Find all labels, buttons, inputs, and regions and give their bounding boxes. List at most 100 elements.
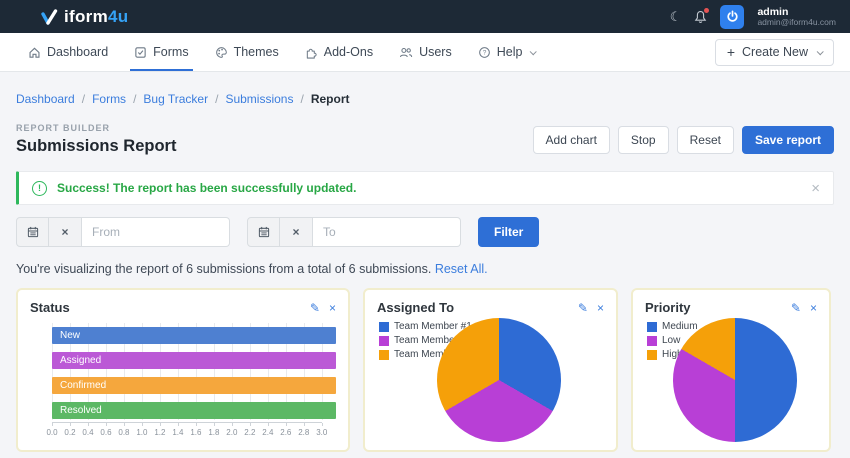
edit-pencil-icon[interactable]: ✎: [578, 302, 588, 314]
brand-name: iform4u: [64, 7, 128, 27]
x-tick-label: 0.6: [100, 428, 111, 437]
legend-label: Low: [662, 335, 680, 346]
user-name: admin: [757, 6, 836, 18]
edit-pencil-icon[interactable]: ✎: [310, 302, 320, 314]
plus-icon: +: [727, 45, 735, 59]
priority-chart-card[interactable]: Priority ✎ × MediumLowHigh: [631, 288, 831, 452]
chart-bars: NewAssignedConfirmedResolved: [52, 323, 336, 419]
puzzle-icon: [305, 46, 318, 59]
chart-cards-row: Status ✎ × NewAssignedConfirmedResolved …: [16, 288, 834, 452]
card-tools: ✎ ×: [791, 302, 817, 314]
to-calendar-button[interactable]: [247, 217, 280, 247]
user-meta[interactable]: admin admin@iform4u.com: [757, 6, 836, 28]
breadcrumb-link-dashboard[interactable]: Dashboard: [16, 92, 75, 106]
x-tick-label: 2.6: [280, 428, 291, 437]
x-tick-label: 2.2: [244, 428, 255, 437]
create-new-label: Create New: [742, 45, 808, 59]
to-date-input[interactable]: [313, 217, 461, 247]
kicker-label: REPORT BUILDER: [16, 123, 176, 133]
tick-mark: [70, 423, 71, 426]
from-clear-button[interactable]: ×: [49, 217, 82, 247]
assigned-to-chart-card[interactable]: Assigned To ✎ × Team Member #1Team Membe…: [363, 288, 618, 452]
from-date-group: ×: [16, 217, 230, 247]
reset-all-link[interactable]: Reset All.: [435, 262, 488, 276]
nav-item-themes[interactable]: Themes: [215, 33, 279, 71]
header-actions: Add chart Stop Reset Save report: [533, 126, 834, 154]
tick-mark: [232, 423, 233, 426]
content-area: Dashboard/ Forms/ Bug Tracker/ Submissio…: [0, 92, 850, 452]
edit-pencil-icon[interactable]: ✎: [791, 302, 801, 314]
chevron-down-icon: [530, 48, 537, 55]
topbar-right: ☾ admin admin@iform4u.com: [670, 5, 836, 29]
nav-items: Dashboard Forms Themes Add-Ons Users ? H…: [28, 33, 535, 71]
from-calendar-button[interactable]: [16, 217, 49, 247]
bar-assigned: Assigned: [52, 352, 336, 369]
breadcrumb-link-submissions[interactable]: Submissions: [225, 92, 293, 106]
x-tick-label: 1.8: [208, 428, 219, 437]
tick-mark: [52, 423, 53, 426]
priority-pie-chart: MediumLowHigh: [645, 317, 817, 445]
breadcrumb-link-bug-tracker[interactable]: Bug Tracker: [143, 92, 208, 106]
notification-badge: [704, 8, 709, 13]
x-tick-label: 0.8: [118, 428, 129, 437]
nav-item-help[interactable]: ? Help: [478, 33, 536, 71]
legend-swatch: [647, 350, 657, 360]
card-tools: ✎ ×: [578, 302, 604, 314]
status-chart-card[interactable]: Status ✎ × NewAssignedConfirmedResolved …: [16, 288, 350, 452]
clear-icon: ×: [292, 225, 299, 239]
x-tick-label: 0.2: [64, 428, 75, 437]
nav-item-addons[interactable]: Add-Ons: [305, 33, 373, 71]
card-header: Status ✎ ×: [30, 300, 336, 315]
avatar[interactable]: [720, 5, 744, 29]
dark-mode-moon-icon[interactable]: ☾: [670, 10, 682, 23]
bar-new: New: [52, 327, 336, 344]
legend-swatch: [379, 336, 389, 346]
svg-text:?: ?: [482, 49, 486, 56]
stop-button[interactable]: Stop: [618, 126, 669, 154]
title-block: REPORT BUILDER Submissions Report: [16, 123, 176, 156]
remove-chart-icon[interactable]: ×: [597, 302, 604, 314]
breadcrumb-separator: /: [82, 92, 85, 106]
calendar-icon: [258, 226, 270, 238]
card-title: Status: [30, 300, 70, 315]
add-chart-button[interactable]: Add chart: [533, 126, 610, 154]
tick-mark: [286, 423, 287, 426]
x-tick-label: 2.0: [226, 428, 237, 437]
reset-button[interactable]: Reset: [677, 126, 734, 154]
tick-mark: [304, 423, 305, 426]
card-title: Assigned To: [377, 300, 454, 315]
tick-mark: [124, 423, 125, 426]
tick-mark: [88, 423, 89, 426]
alert-close-icon[interactable]: ×: [811, 181, 820, 196]
clear-icon: ×: [61, 225, 68, 239]
card-header: Assigned To ✎ ×: [377, 300, 604, 315]
nav-item-dashboard[interactable]: Dashboard: [28, 33, 108, 71]
calendar-icon: [27, 226, 39, 238]
main-navbar: Dashboard Forms Themes Add-Ons Users ? H…: [0, 33, 850, 72]
user-email: admin@iform4u.com: [757, 18, 836, 28]
tick-mark: [160, 423, 161, 426]
breadcrumb-link-forms[interactable]: Forms: [92, 92, 126, 106]
x-tick-label: 0.0: [46, 428, 57, 437]
filter-button[interactable]: Filter: [478, 217, 539, 247]
alert-message: Success! The report has been successfull…: [57, 181, 356, 195]
breadcrumb-separator: /: [133, 92, 136, 106]
remove-chart-icon[interactable]: ×: [329, 302, 336, 314]
power-icon: [726, 10, 739, 23]
save-report-button[interactable]: Save report: [742, 126, 834, 154]
nav-item-users[interactable]: Users: [399, 33, 452, 71]
legend-item: Medium: [647, 321, 698, 332]
notifications-bell-icon[interactable]: [694, 10, 707, 24]
nav-item-forms[interactable]: Forms: [134, 33, 188, 71]
brand-logo[interactable]: iform4u: [40, 7, 128, 27]
breadcrumb-current: Report: [311, 92, 350, 106]
remove-chart-icon[interactable]: ×: [810, 302, 817, 314]
pie-graphic: [437, 318, 561, 442]
create-new-button[interactable]: + Create New: [715, 39, 834, 66]
from-date-input[interactable]: [82, 217, 230, 247]
nav-label: Forms: [153, 45, 188, 59]
x-tick-label: 1.4: [172, 428, 183, 437]
to-clear-button[interactable]: ×: [280, 217, 313, 247]
bar-label: Assigned: [52, 355, 101, 366]
bar-label: Confirmed: [52, 380, 106, 391]
